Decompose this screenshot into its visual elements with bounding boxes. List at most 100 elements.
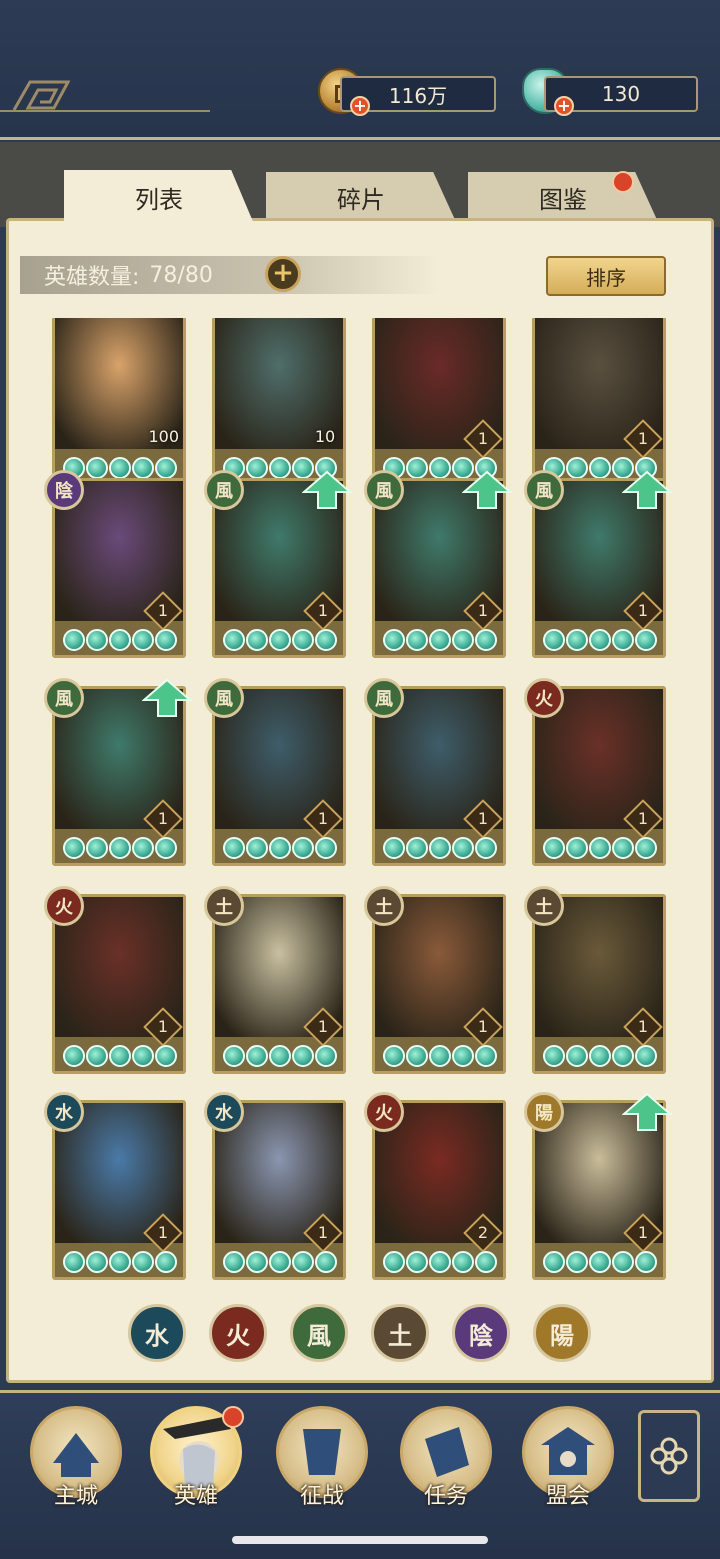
jade-star-icon xyxy=(246,629,268,651)
jade-star-icon xyxy=(475,629,497,651)
upgrade-arrow-icon xyxy=(462,470,512,509)
jade-star-icon xyxy=(246,1251,268,1273)
jade-star-icon xyxy=(223,1045,245,1067)
more-menu-button[interactable] xyxy=(638,1410,700,1502)
hero-star-row xyxy=(223,1045,337,1067)
element-badge-icon: 土 xyxy=(524,886,564,926)
hero-level: 1 xyxy=(317,601,329,620)
jade-star-icon xyxy=(635,1251,657,1273)
element-filter-button[interactable]: 陽 xyxy=(533,1304,591,1362)
element-badge-icon: 土 xyxy=(204,886,244,926)
nav-alliance[interactable]: 盟会 xyxy=(520,1406,616,1516)
jade-star-icon xyxy=(132,1045,154,1067)
jade-star-icon xyxy=(475,837,497,859)
jade-star-icon xyxy=(155,629,177,651)
hero-level: 1 xyxy=(317,809,329,828)
hero-card[interactable]: 100 xyxy=(52,318,186,486)
jade-star-icon xyxy=(86,457,108,479)
jade-star-icon xyxy=(543,629,565,651)
jade-star-icon xyxy=(543,1251,565,1273)
jade-star-icon xyxy=(566,837,588,859)
hero-star-row xyxy=(223,629,337,651)
jade-star-icon xyxy=(63,1045,85,1067)
add-coins-icon[interactable]: + xyxy=(350,96,370,116)
hero-star-row xyxy=(63,837,177,859)
hero-level-badge: 100 xyxy=(148,425,179,453)
top-bar xyxy=(0,0,720,140)
jade-star-icon xyxy=(543,837,565,859)
hero-star-row xyxy=(543,837,657,859)
element-filter-button[interactable]: 風 xyxy=(290,1304,348,1362)
hero-level: 1 xyxy=(477,429,489,448)
upgrade-arrow-icon xyxy=(622,470,672,509)
tab-fragments[interactable]: 碎片 xyxy=(266,172,456,222)
jade-star-icon xyxy=(566,1251,588,1273)
jade-star-icon xyxy=(315,837,337,859)
nav-label: 主城 xyxy=(53,1484,98,1509)
tab-label: 碎片 xyxy=(337,185,385,214)
tab-list[interactable]: 列表 xyxy=(64,170,254,224)
tab-label: 图鉴 xyxy=(539,185,587,214)
element-badge-icon: 風 xyxy=(364,678,404,718)
jade-star-icon xyxy=(429,1251,451,1273)
jade-star-icon xyxy=(269,1251,291,1273)
element-badge-icon: 陽 xyxy=(524,1092,564,1132)
jade-star-icon xyxy=(612,629,634,651)
element-filter-button[interactable]: 陰 xyxy=(452,1304,510,1362)
jade-star-icon xyxy=(383,1045,405,1067)
jade-star-icon xyxy=(109,1251,131,1273)
nav-campaign[interactable]: 征战 xyxy=(274,1406,370,1516)
expand-capacity-button[interactable]: + xyxy=(265,256,301,292)
hero-level-badge: 10 xyxy=(311,425,339,453)
jade-star-icon xyxy=(292,1045,314,1067)
jade-star-icon xyxy=(635,629,657,651)
jade-star-icon xyxy=(406,1251,428,1273)
jade-star-icon xyxy=(132,837,154,859)
element-badge-icon: 風 xyxy=(524,470,564,510)
hero-star-row xyxy=(223,1251,337,1273)
jade-star-icon xyxy=(566,1045,588,1067)
hero-card[interactable]: 10 xyxy=(212,318,346,486)
notification-dot-icon xyxy=(612,171,634,193)
jade-star-icon xyxy=(155,837,177,859)
hero-level: 1 xyxy=(157,1223,169,1242)
element-filter-button[interactable]: 土 xyxy=(371,1304,429,1362)
jade-star-icon xyxy=(315,1045,337,1067)
jade-star-icon xyxy=(292,837,314,859)
jade-star-icon xyxy=(383,629,405,651)
hero-card[interactable]: 1 xyxy=(372,318,506,486)
hero-level: 1 xyxy=(477,1017,489,1036)
hero-grid: 100 10 1 1 1 陰 1 風 1 風 1 風 1 風 1 風 1 風 1 火 1 火 1 土 1 土 1 土 1 水 1 水 2 火 1 陽 xyxy=(40,318,690,1280)
nav-main-city[interactable]: 主城 xyxy=(28,1406,124,1516)
jade-star-icon xyxy=(155,457,177,479)
element-badge-icon: 風 xyxy=(364,470,404,510)
hero-level: 1 xyxy=(317,1017,329,1036)
jade-star-icon xyxy=(589,457,611,479)
sort-button[interactable]: 排序 xyxy=(546,256,666,296)
jade-star-icon xyxy=(543,1045,565,1067)
nav-quests[interactable]: 任务 xyxy=(398,1406,494,1516)
jade-star-icon xyxy=(612,837,634,859)
jade-star-icon xyxy=(589,1251,611,1273)
element-badge-icon: 風 xyxy=(204,470,244,510)
jade-star-icon xyxy=(109,1045,131,1067)
element-filter-button[interactable]: 水 xyxy=(128,1304,186,1362)
element-badge-icon: 水 xyxy=(204,1092,244,1132)
jade-star-icon xyxy=(269,629,291,651)
jade-star-icon xyxy=(452,837,474,859)
jade-star-icon xyxy=(223,629,245,651)
hero-level: 100 xyxy=(148,427,179,446)
jade-star-icon xyxy=(589,837,611,859)
jade-star-icon xyxy=(452,629,474,651)
hero-card[interactable]: 1 xyxy=(532,318,666,486)
element-filter-row: 水火風土陰陽 xyxy=(128,1304,598,1364)
jade-star-icon xyxy=(223,837,245,859)
add-jade-icon[interactable]: + xyxy=(554,96,574,116)
element-badge-icon: 陰 xyxy=(44,470,84,510)
nav-label: 英雄 xyxy=(173,1484,218,1509)
element-filter-button[interactable]: 火 xyxy=(209,1304,267,1362)
jade-star-icon xyxy=(475,1045,497,1067)
hero-star-row xyxy=(63,1251,177,1273)
flower-icon xyxy=(650,1437,688,1475)
hero-star-row xyxy=(543,629,657,651)
